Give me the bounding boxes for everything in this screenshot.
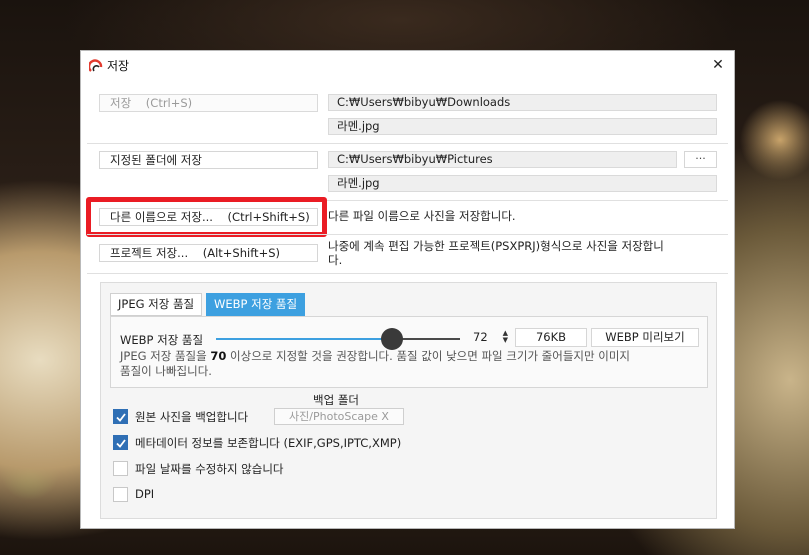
quality-settings: WEBP 저장 품질 72 ▲ ▼ 76KB WEBP 미리보기 JPEG 저장 … bbox=[110, 316, 708, 388]
save-button[interactable]: 저장 (Ctrl+S) bbox=[99, 94, 318, 112]
dialog-title: 저장 bbox=[107, 59, 130, 73]
save-project-button[interactable]: 프로젝트 저장... (Alt+Shift+S) bbox=[99, 244, 318, 262]
dpi-checkbox[interactable] bbox=[113, 487, 128, 502]
preserve-metadata-checkbox[interactable] bbox=[113, 435, 128, 450]
tab-jpeg-quality[interactable]: JPEG 저장 품질 bbox=[110, 293, 203, 316]
save-label: 저장 bbox=[110, 96, 132, 110]
divider bbox=[87, 143, 728, 144]
save-project-description-line1: 나중에 계속 편집 가능한 프로젝트(PSXPRJ)형식으로 사진을 저장합니 bbox=[328, 239, 664, 253]
save-to-folder-button[interactable]: 지정된 폴더에 저장 bbox=[99, 151, 318, 169]
preserve-metadata-label: 메타데이터 정보를 보존합니다 (EXIF,GPS,IPTC,XMP) bbox=[135, 436, 402, 450]
save-project-label: 프로젝트 저장... bbox=[110, 246, 189, 260]
save-dialog: 저장 ✕ 저장 (Ctrl+S) C:₩Users₩bibyu₩Download… bbox=[80, 50, 735, 529]
title-bar: 저장 ✕ bbox=[81, 51, 734, 79]
checkmark-icon bbox=[116, 413, 126, 422]
save-project-shortcut: (Alt+Shift+S) bbox=[202, 246, 280, 260]
quality-label: WEBP 저장 품질 bbox=[120, 333, 204, 347]
slider-thumb[interactable] bbox=[380, 328, 403, 350]
backup-original-checkbox[interactable] bbox=[113, 409, 128, 424]
backup-original-label: 원본 사진을 백업합니다 bbox=[135, 410, 249, 424]
save-filename-field: 라멘.jpg bbox=[328, 118, 717, 135]
checkmark-icon bbox=[116, 439, 126, 448]
tab-webp-quality[interactable]: WEBP 저장 품질 bbox=[206, 293, 306, 316]
hint-suffix: 이상으로 지정할 것을 권장합니다. 품질 값이 낮으면 파일 크기가 줄어들지… bbox=[226, 349, 630, 363]
save-as-description: 다른 파일 이름으로 사진을 저장합니다. bbox=[328, 209, 516, 223]
save-project-description-line2: 다. bbox=[328, 253, 343, 267]
backup-folder-header: 백업 폴더 bbox=[313, 393, 359, 407]
slider-fill bbox=[216, 338, 392, 340]
hint-value: 70 bbox=[210, 349, 227, 363]
backup-folder-button[interactable]: 사진/PhotoScape X bbox=[274, 408, 404, 425]
divider bbox=[87, 234, 728, 235]
quality-panel: JPEG 저장 품질 WEBP 저장 품질 WEBP 저장 품질 72 ▲ ▼ 7… bbox=[100, 282, 717, 519]
quality-slider[interactable] bbox=[216, 328, 460, 350]
quality-stepper[interactable]: 72 ▲ ▼ bbox=[467, 328, 511, 346]
dpi-label: DPI bbox=[135, 487, 155, 501]
save-project-description: 나중에 계속 편집 가능한 프로젝트(PSXPRJ)형식으로 사진을 저장합니 … bbox=[328, 239, 718, 267]
browse-folder-button[interactable]: ··· bbox=[684, 151, 717, 168]
save-shortcut: (Ctrl+S) bbox=[145, 96, 193, 110]
spin-arrows-icon[interactable]: ▲ ▼ bbox=[503, 330, 508, 344]
file-size-display: 76KB bbox=[515, 328, 587, 347]
quality-value: 72 bbox=[473, 330, 488, 344]
webp-preview-button[interactable]: WEBP 미리보기 bbox=[591, 328, 699, 347]
hint-line2: 품질이 나빠집니다. bbox=[120, 364, 212, 378]
divider bbox=[87, 273, 728, 274]
keep-file-date-checkbox[interactable] bbox=[113, 461, 128, 476]
hint-prefix: JPEG 저장 품질을 bbox=[120, 349, 211, 363]
highlight-box bbox=[86, 197, 327, 237]
folder-filename-field: 라멘.jpg bbox=[328, 175, 717, 192]
quality-hint: JPEG 저장 품질을 70 이상으로 지정할 것을 권장합니다. 품질 값이 … bbox=[120, 349, 700, 379]
photoscape-logo-icon bbox=[89, 59, 103, 72]
save-path-field: C:₩Users₩bibyu₩Downloads bbox=[328, 94, 717, 111]
close-button[interactable]: ✕ bbox=[708, 55, 728, 75]
keep-file-date-label: 파일 날짜를 수정하지 않습니다 bbox=[135, 462, 284, 476]
folder-path-field: C:₩Users₩bibyu₩Pictures bbox=[328, 151, 677, 168]
